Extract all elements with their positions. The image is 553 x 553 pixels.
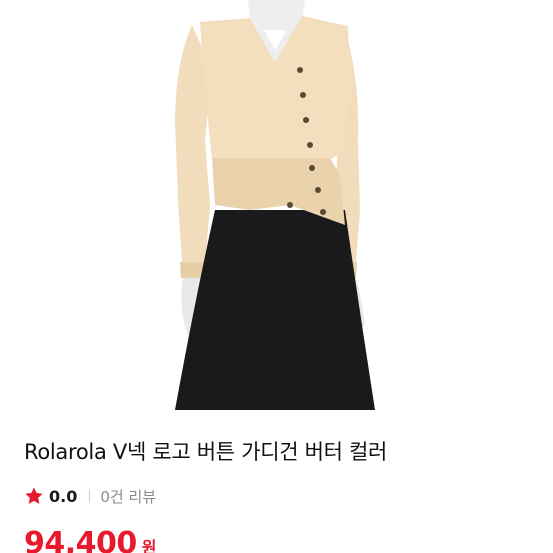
rating-divider — [89, 489, 91, 503]
rating-value: 0.0 — [49, 486, 78, 506]
price-value: 94,400 — [24, 526, 137, 553]
mannequin-photo — [175, 0, 375, 410]
button-dot — [307, 142, 313, 148]
rating-row: 0.0 0건 리뷰 — [24, 485, 156, 507]
product-title[interactable]: Rolarola V넥 로고 버튼 가디건 버터 컬러 — [24, 436, 387, 466]
button-dot — [309, 165, 315, 171]
price-currency: 원 — [141, 538, 157, 553]
cardigan-body — [200, 16, 350, 160]
button-dot — [300, 92, 306, 98]
product-page: Rolarola V넥 로고 버튼 가디건 버터 컬러 0.0 0건 리뷰 94… — [0, 0, 553, 553]
button-dot — [315, 187, 321, 193]
product-image[interactable] — [0, 0, 553, 410]
review-count-link[interactable]: 0건 리뷰 — [100, 486, 156, 507]
button-dot — [297, 67, 303, 73]
price-row: 94,400 원 — [24, 526, 157, 553]
button-dot — [320, 209, 326, 215]
product-info: Rolarola V넥 로고 버튼 가디건 버터 컬러 0.0 0건 리뷰 94… — [0, 410, 553, 553]
star-icon — [25, 487, 43, 504]
button-dot — [287, 202, 293, 208]
button-dot — [303, 117, 309, 123]
